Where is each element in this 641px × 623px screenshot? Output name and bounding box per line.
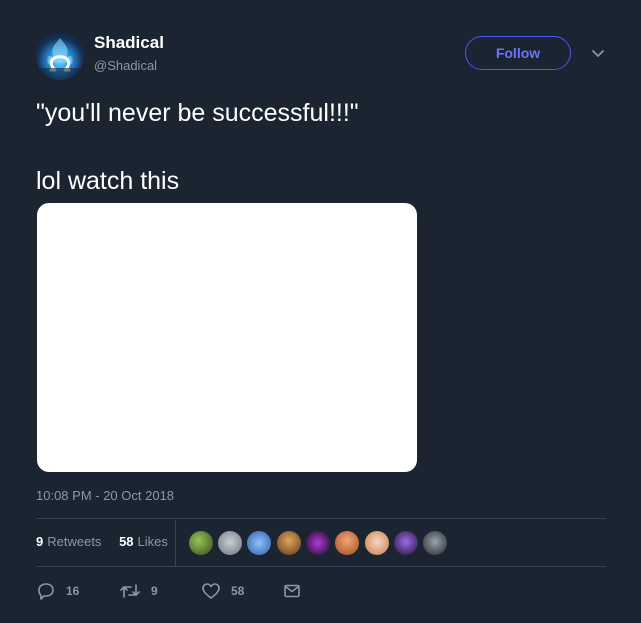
liker-avatar[interactable] <box>393 530 419 556</box>
liker-avatar[interactable] <box>305 530 331 556</box>
like-count: 58 <box>231 584 245 598</box>
likes-label: Likes <box>137 534 168 549</box>
liker-avatar[interactable] <box>217 530 243 556</box>
likes-stat[interactable]: 58 Likes <box>119 534 168 549</box>
tweet-text: "you'll never be successful!!!" lol watc… <box>36 99 359 195</box>
display-name[interactable]: Shadical <box>94 33 164 53</box>
heart-icon <box>202 583 220 599</box>
like-action[interactable]: 58 <box>201 580 244 602</box>
direct-message-action[interactable] <box>282 580 312 602</box>
liker-avatar[interactable] <box>246 530 272 556</box>
retweet-icon <box>120 584 140 598</box>
retweet-count: 9 <box>151 584 158 598</box>
divider-bottom <box>36 566 606 567</box>
omega-logo-icon <box>36 38 84 80</box>
reply-action[interactable]: 16 <box>36 580 79 602</box>
envelope-icon <box>284 584 300 598</box>
liker-avatar[interactable] <box>276 530 302 556</box>
reply-icon <box>38 583 54 600</box>
retweet-action[interactable]: 9 <box>119 580 158 602</box>
liker-avatar[interactable] <box>334 530 360 556</box>
follow-button[interactable]: Follow <box>465 36 571 70</box>
stats-separator <box>175 520 176 566</box>
liker-avatar[interactable] <box>364 530 390 556</box>
reply-count: 16 <box>66 584 80 598</box>
chevron-down-icon[interactable] <box>590 48 606 60</box>
tweet-timestamp[interactable]: 10:08 PM - 20 Oct 2018 <box>36 488 174 503</box>
user-handle[interactable]: @Shadical <box>94 58 157 73</box>
retweets-stat[interactable]: 9 Retweets <box>36 534 101 549</box>
divider-top <box>36 518 606 519</box>
liker-avatar[interactable] <box>188 530 214 556</box>
retweets-label: Retweets <box>47 534 102 549</box>
profile-avatar[interactable] <box>36 32 84 80</box>
engagement-stats: 9 Retweets 58 Likes <box>36 534 168 549</box>
likes-count: 58 <box>119 534 134 549</box>
tweet-media[interactable] <box>37 203 417 472</box>
retweets-count: 9 <box>36 534 44 549</box>
liker-avatar[interactable] <box>422 530 448 556</box>
